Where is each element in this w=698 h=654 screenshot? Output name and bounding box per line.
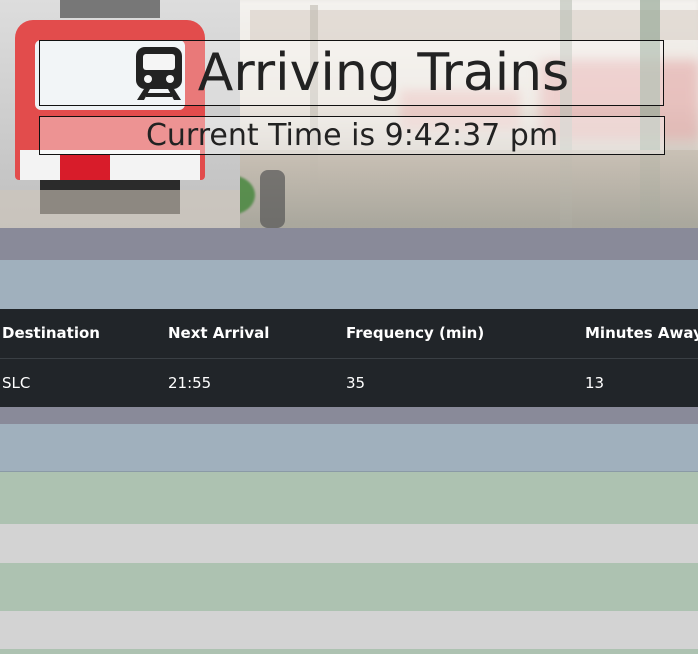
stripe-band xyxy=(0,407,698,424)
table-header-row: Destination Next Arrival Frequency (min)… xyxy=(0,309,698,359)
column-header-frequency[interactable]: Frequency (min) xyxy=(334,309,573,359)
column-header-minutes-away[interactable]: Minutes Away xyxy=(573,309,698,359)
page-title: Arriving Trains xyxy=(197,43,570,103)
stripe-band xyxy=(0,228,698,260)
current-time-prefix: Current Time is xyxy=(145,118,385,153)
stripe-band xyxy=(0,611,698,649)
column-header-destination[interactable]: Destination xyxy=(0,309,156,359)
cell-destination: SLC xyxy=(2,373,31,392)
stripe-band xyxy=(0,649,698,654)
current-time-value: 9:42:37 pm xyxy=(384,118,559,153)
table-row: SLC 21:55 35 13 xyxy=(0,358,698,407)
stripe-band xyxy=(0,524,698,563)
hero-background-image xyxy=(0,0,698,228)
train-icon xyxy=(135,47,182,100)
current-time-box: Current Time is 9:42:37 pm xyxy=(39,116,665,155)
cell-minutes-away: 13 xyxy=(585,373,605,392)
stripe-band xyxy=(0,424,698,472)
train-schedule-table: Destination Next Arrival Frequency (min)… xyxy=(0,309,698,407)
cell-frequency: 35 xyxy=(346,373,366,392)
cell-next-arrival: 21:55 xyxy=(168,373,212,392)
page-title-box: Arriving Trains xyxy=(39,40,664,106)
stripe-band xyxy=(0,563,698,611)
stripe-band xyxy=(0,260,698,309)
stripe-band xyxy=(0,472,698,524)
column-header-next-arrival[interactable]: Next Arrival xyxy=(156,309,334,359)
